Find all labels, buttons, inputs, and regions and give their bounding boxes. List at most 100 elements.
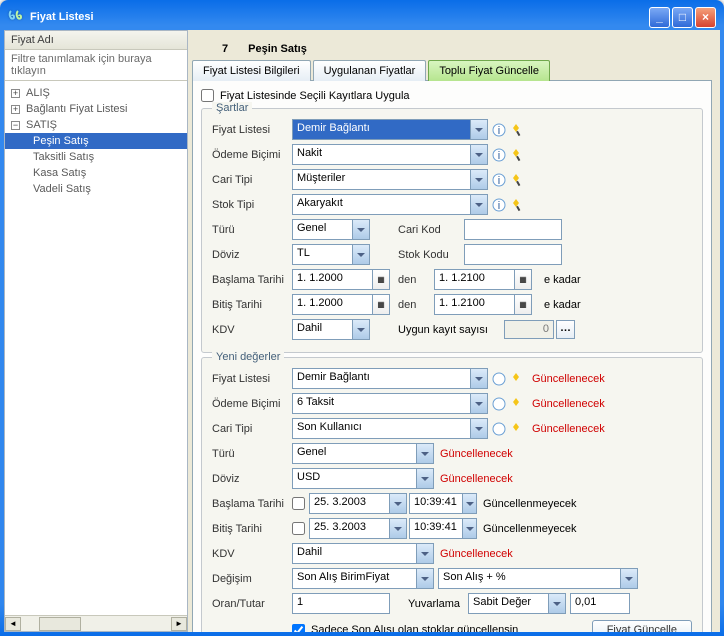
chevron-down-icon[interactable] bbox=[352, 320, 369, 339]
yeni-odeme-combo[interactable]: 6 Taksit bbox=[292, 393, 488, 414]
chevron-down-icon[interactable] bbox=[416, 444, 433, 463]
yeni-degisim1-combo[interactable]: Son Alış BirimFiyat bbox=[292, 568, 434, 589]
yeni-doviz-combo[interactable]: USD bbox=[292, 468, 434, 489]
scroll-thumb[interactable] bbox=[39, 617, 81, 631]
search-icon[interactable] bbox=[509, 119, 526, 140]
info-icon[interactable]: i bbox=[490, 194, 507, 215]
sartlar-doviz-combo[interactable]: TL bbox=[292, 244, 370, 265]
tab[interactable]: Fiyat Listesi Bilgileri bbox=[192, 60, 311, 81]
app-icon bbox=[8, 9, 24, 25]
search-icon[interactable] bbox=[509, 144, 526, 165]
sartlar-odeme-combo[interactable]: Nakit bbox=[292, 144, 488, 165]
chevron-down-icon[interactable] bbox=[470, 369, 487, 388]
calendar-icon[interactable]: ▦ bbox=[514, 270, 531, 289]
tree-node[interactable]: +ALIŞ bbox=[5, 85, 187, 101]
tree-view[interactable]: +ALIŞ+Bağlantı Fiyat Listesi−SATIŞPeşin … bbox=[5, 81, 187, 615]
search-icon[interactable] bbox=[509, 194, 526, 215]
info-icon[interactable] bbox=[490, 418, 507, 439]
maximize-button[interactable]: □ bbox=[672, 7, 693, 28]
sartlar-kdv-combo[interactable]: Dahil bbox=[292, 319, 370, 340]
yeni-fiyatlistesi-combo[interactable]: Demir Bağlantı bbox=[292, 368, 488, 389]
sartlar-stokkodu-input[interactable] bbox=[464, 244, 562, 265]
apply-selected-checkbox[interactable] bbox=[201, 89, 214, 102]
chevron-down-icon[interactable] bbox=[470, 394, 487, 413]
minimize-button[interactable]: _ bbox=[649, 7, 670, 28]
calendar-icon[interactable]: ▦ bbox=[372, 270, 389, 289]
sadece-checkbox[interactable] bbox=[292, 624, 305, 633]
scroll-left-button[interactable]: ◄ bbox=[5, 617, 21, 631]
info-icon[interactable] bbox=[490, 368, 507, 389]
yeni-yuvarlama-combo[interactable]: Sabit Değer bbox=[468, 593, 566, 614]
yeni-degisim2-combo[interactable]: Son Alış + % bbox=[438, 568, 638, 589]
tab[interactable]: Uygulanan Fiyatlar bbox=[313, 60, 427, 81]
spinner-icon[interactable] bbox=[462, 519, 476, 538]
yeni-baslama-date[interactable]: 25. 3.2003 bbox=[309, 493, 407, 514]
chevron-down-icon[interactable] bbox=[470, 419, 487, 438]
calendar-icon[interactable]: ▦ bbox=[514, 295, 531, 314]
sidebar-header: Fiyat Adı bbox=[5, 31, 187, 50]
sidebar-filter[interactable]: Filtre tanımlamak için buraya tıklayın bbox=[5, 50, 187, 81]
yeni-caritipi-combo[interactable]: Son Kullanıcı bbox=[292, 418, 488, 439]
spinner-icon[interactable] bbox=[462, 494, 476, 513]
close-button[interactable]: × bbox=[695, 7, 716, 28]
sartlar-fiyatlistesi-combo[interactable]: Demir Bağlantı bbox=[292, 119, 488, 140]
calendar-icon[interactable]: ▦ bbox=[372, 295, 389, 314]
chevron-down-icon[interactable] bbox=[470, 145, 487, 164]
chevron-down-icon[interactable] bbox=[389, 519, 406, 538]
chevron-down-icon[interactable] bbox=[389, 494, 406, 513]
collapse-icon[interactable]: − bbox=[11, 121, 20, 130]
expand-icon[interactable]: + bbox=[11, 89, 20, 98]
search-icon[interactable] bbox=[509, 169, 526, 190]
sartlar-bitis-to-date[interactable]: 1. 1.2100▦ bbox=[434, 294, 532, 315]
search-icon[interactable] bbox=[509, 418, 526, 439]
sartlar-turu-combo[interactable]: Genel bbox=[292, 219, 370, 240]
status-label: Güncellenecek bbox=[532, 373, 605, 385]
window-title: Fiyat Listesi bbox=[30, 11, 94, 23]
info-icon[interactable]: i bbox=[490, 144, 507, 165]
ellipsis-button[interactable]: … bbox=[556, 320, 575, 339]
yeni-baslama-checkbox[interactable] bbox=[292, 497, 305, 510]
chevron-down-icon[interactable] bbox=[470, 195, 487, 214]
page-title: 7Peşin Satış bbox=[222, 36, 712, 57]
scroll-right-button[interactable]: ► bbox=[171, 617, 187, 631]
yeni-kdv-combo[interactable]: Dahil bbox=[292, 543, 434, 564]
chevron-down-icon[interactable] bbox=[470, 170, 487, 189]
info-icon[interactable]: i bbox=[490, 119, 507, 140]
sartlar-baslama-to-date[interactable]: 1. 1.2100▦ bbox=[434, 269, 532, 290]
tree-node[interactable]: Taksitli Satış bbox=[5, 149, 187, 165]
yeni-yuvarlama-value[interactable]: 0,01 bbox=[570, 593, 630, 614]
yeni-oran-input[interactable]: 1 bbox=[292, 593, 390, 614]
chevron-down-icon[interactable] bbox=[416, 544, 433, 563]
yeni-baslama-time[interactable]: 10:39:41 bbox=[409, 493, 477, 514]
tree-node[interactable]: Vadeli Satış bbox=[5, 181, 187, 197]
sartlar-caritipi-combo[interactable]: Müşteriler bbox=[292, 169, 488, 190]
chevron-down-icon[interactable] bbox=[470, 120, 487, 139]
chevron-down-icon[interactable] bbox=[620, 569, 637, 588]
status-label: Güncellenecek bbox=[440, 473, 513, 485]
info-icon[interactable]: i bbox=[490, 169, 507, 190]
tree-node[interactable]: −SATIŞ bbox=[5, 117, 187, 133]
sartlar-baslama-date[interactable]: 1. 1.2000▦ bbox=[292, 269, 390, 290]
chevron-down-icon[interactable] bbox=[548, 594, 565, 613]
info-icon[interactable] bbox=[490, 393, 507, 414]
chevron-down-icon[interactable] bbox=[352, 220, 369, 239]
sartlar-stoktipi-combo[interactable]: Akaryakıt bbox=[292, 194, 488, 215]
expand-icon[interactable]: + bbox=[11, 105, 20, 114]
search-icon[interactable] bbox=[509, 393, 526, 414]
tree-node[interactable]: +Bağlantı Fiyat Listesi bbox=[5, 101, 187, 117]
h-scrollbar[interactable]: ◄ ► bbox=[5, 615, 187, 631]
yeni-bitis-checkbox[interactable] bbox=[292, 522, 305, 535]
tab[interactable]: Toplu Fiyat Güncelle bbox=[428, 60, 550, 81]
search-icon[interactable] bbox=[509, 368, 526, 389]
tree-node[interactable]: Kasa Satış bbox=[5, 165, 187, 181]
yeni-bitis-time[interactable]: 10:39:41 bbox=[409, 518, 477, 539]
chevron-down-icon[interactable] bbox=[352, 245, 369, 264]
sartlar-carikod-input[interactable] bbox=[464, 219, 562, 240]
chevron-down-icon[interactable] bbox=[416, 569, 433, 588]
sartlar-bitis-date[interactable]: 1. 1.2000▦ bbox=[292, 294, 390, 315]
chevron-down-icon[interactable] bbox=[416, 469, 433, 488]
yeni-bitis-date[interactable]: 25. 3.2003 bbox=[309, 518, 407, 539]
tree-node[interactable]: Peşin Satış bbox=[5, 133, 187, 149]
fiyat-guncelle-button[interactable]: Fiyat Güncelle bbox=[592, 620, 692, 632]
yeni-turu-combo[interactable]: Genel bbox=[292, 443, 434, 464]
